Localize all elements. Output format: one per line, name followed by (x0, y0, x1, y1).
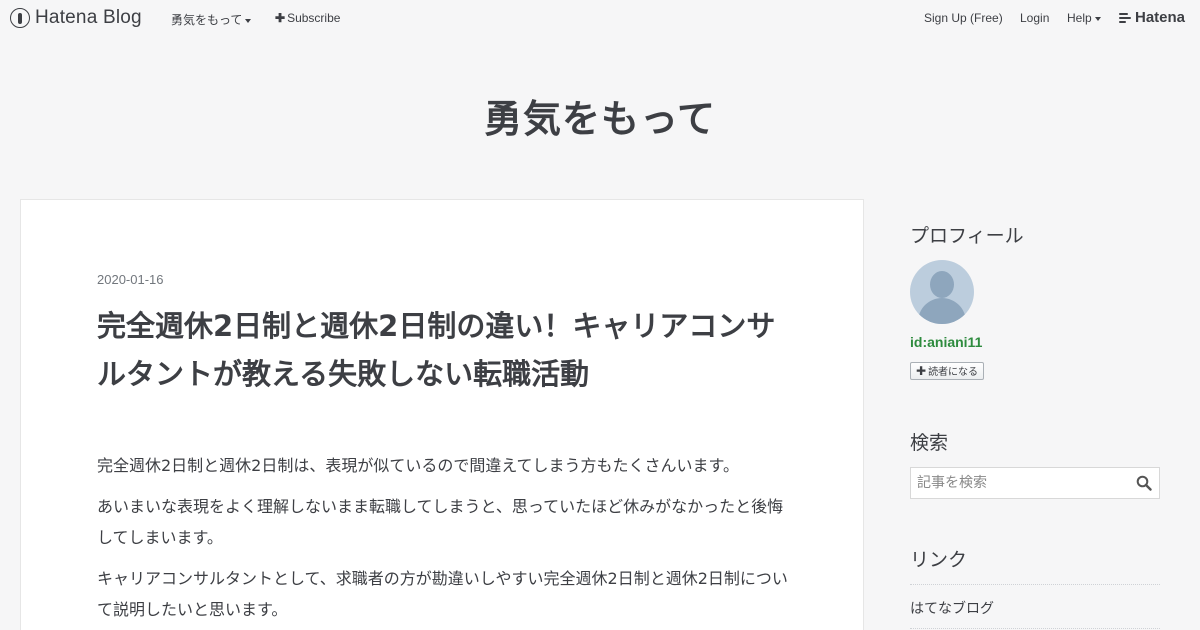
entry-paragraph: あいまいな表現をよく理解しないまま転職してしまうと、思っていたほど休みがなかった… (97, 497, 784, 547)
help-menu[interactable]: Help (1067, 11, 1101, 25)
entry-content: 完全週休2日制と週休2日制は、表現が似ているので間違えてしまう方もたくさんいます… (97, 450, 797, 630)
search-input[interactable] (911, 468, 1126, 498)
hatena-brand-icon (1119, 12, 1131, 23)
entry-paragraph: 完全週休2日制と週休2日制は、表現が似ているので間違えてしまう方もたくさんいます… (97, 456, 739, 475)
hatena-brand-link[interactable]: Hatena (1119, 9, 1185, 26)
search-heading: 検索 (910, 432, 949, 454)
help-label: Help (1067, 11, 1092, 25)
user-id-link[interactable]: id:aniani11 (910, 334, 982, 350)
blog-menu-label: 勇気をもって (171, 13, 243, 27)
divider (910, 628, 1160, 629)
hatena-brand-label: Hatena (1135, 9, 1186, 26)
divider (910, 584, 1160, 585)
search-icon[interactable] (1136, 475, 1152, 491)
hatena-blog-logo[interactable]: Hatena Blog (10, 7, 142, 29)
entry-title[interactable]: 完全週休2日制と週休2日制の違い！キャリアコンサルタントが教える失敗しない転職活… (97, 302, 797, 398)
global-header: Hatena Blog 勇気をもって ✚ Subscribe Sign Up (F… (0, 0, 1200, 36)
caret-down-icon (245, 18, 252, 23)
entry-article: 2020-01-16 完全週休2日制と週休2日制の違い！キャリアコンサルタントが… (20, 199, 864, 630)
blog-menu[interactable]: 勇気をもって (171, 11, 252, 28)
avatar-body-shape (918, 298, 966, 324)
follow-button[interactable]: ✚ 読者になる (910, 362, 985, 380)
subscribe-button[interactable]: ✚ Subscribe (275, 11, 340, 25)
entry-date[interactable]: 2020-01-16 (97, 272, 164, 287)
signup-link[interactable]: Sign Up (Free) (924, 11, 1003, 25)
links-heading: リンク (910, 549, 968, 571)
plus-icon: ✚ (916, 364, 927, 378)
logo-text: Hatena Blog (35, 7, 142, 28)
search-box (910, 467, 1160, 499)
entry-paragraph: キャリアコンサルタントとして、求職者の方が勘違いしやすい完全週休2日制と週休2日… (97, 569, 788, 619)
follow-label: 読者になる (928, 367, 979, 378)
avatar[interactable] (910, 260, 974, 324)
subscribe-label: Subscribe (287, 11, 341, 25)
avatar-head-shape (930, 271, 954, 298)
login-link[interactable]: Login (1020, 11, 1049, 25)
profile-heading: プロフィール (910, 225, 1024, 247)
link-hatena-blog[interactable]: はてなブログ (910, 598, 994, 618)
hatena-blog-logo-icon (10, 8, 30, 28)
caret-down-icon (1094, 16, 1101, 21)
blog-title[interactable]: 勇気をもって (0, 88, 1200, 143)
plus-icon: ✚ (275, 11, 286, 25)
